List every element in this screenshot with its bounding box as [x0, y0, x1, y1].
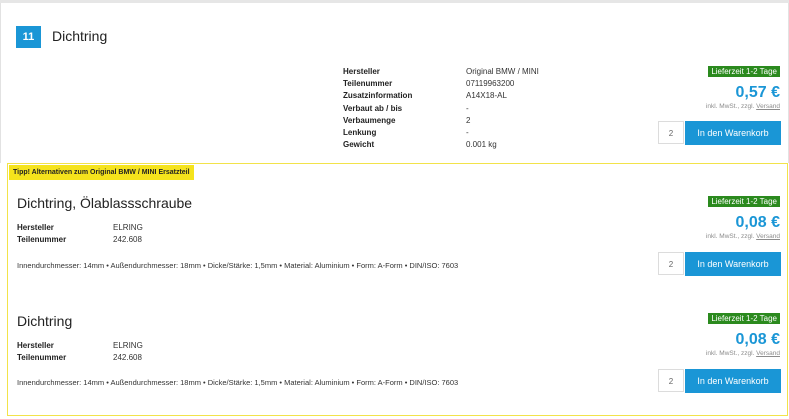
alternative-description: Innendurchmesser: 14mm • Außendurchmesse…	[17, 378, 459, 387]
spec-row: Gewicht 0.001 kg	[343, 140, 497, 150]
spec-row: Verbaut ab / bis -	[343, 103, 469, 113]
quantity-input[interactable]: 2	[658, 369, 684, 392]
delivery-badge: Lieferzeit 1-2 Tage	[708, 66, 780, 77]
vat-note: inkl. MwSt., zzgl. Versand	[705, 233, 780, 240]
price: 0,57 €	[735, 84, 780, 101]
part-title: Dichtring	[52, 28, 108, 44]
spec-row: Lenkung -	[343, 128, 469, 138]
alternative-title[interactable]: Dichtring, Ölablassschraube	[17, 195, 192, 211]
shipping-link[interactable]: Versand	[756, 103, 780, 110]
quantity-input[interactable]: 2	[658, 252, 684, 275]
add-to-cart-button[interactable]: In den Warenkorb	[685, 121, 781, 145]
shipping-link[interactable]: Versand	[756, 233, 780, 240]
position-badge: 11	[16, 26, 41, 48]
alternative-title[interactable]: Dichtring	[17, 313, 72, 329]
alternative-specs: Hersteller ELRING Teilenummer 242.608	[17, 340, 143, 364]
price: 0,08 €	[735, 214, 780, 231]
spec-row: Verbaumenge 2	[343, 115, 471, 125]
spec-row: Teilenummer 07119963200	[343, 79, 515, 89]
spec-row: Hersteller ELRING	[17, 341, 143, 350]
add-to-cart-button[interactable]: In den Warenkorb	[685, 252, 781, 276]
price: 0,08 €	[735, 331, 780, 348]
add-to-cart-button[interactable]: In den Warenkorb	[685, 369, 781, 393]
delivery-badge: Lieferzeit 1-2 Tage	[708, 313, 780, 324]
part-specs: Hersteller Original BMW / MINI Teilenumme…	[343, 66, 539, 151]
spec-row: Zusatzinformation A14X18-AL	[343, 91, 507, 101]
shipping-link[interactable]: Versand	[756, 350, 780, 357]
tip-banner: Tipp! Alternativen zum Original BMW / MI…	[9, 165, 194, 180]
alternative-description: Innendurchmesser: 14mm • Außendurchmesse…	[17, 261, 459, 270]
quantity-input[interactable]: 2	[658, 121, 684, 144]
alternative-specs: Hersteller ELRING Teilenummer 242.608	[17, 222, 143, 246]
spec-row: Hersteller ELRING	[17, 223, 143, 232]
vat-note: inkl. MwSt., zzgl. Versand	[705, 350, 780, 357]
spec-row: Teilenummer 242.608	[17, 353, 142, 363]
delivery-badge: Lieferzeit 1-2 Tage	[708, 196, 780, 207]
spec-row: Hersteller Original BMW / MINI	[343, 67, 539, 76]
spec-row: Teilenummer 242.608	[17, 235, 142, 245]
vat-note: inkl. MwSt., zzgl. Versand	[705, 103, 780, 110]
